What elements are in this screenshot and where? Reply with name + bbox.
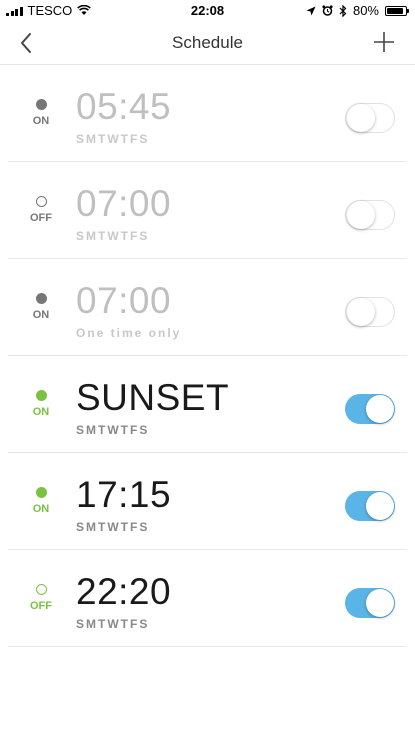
- schedule-days: SMTWTFS: [76, 617, 150, 631]
- schedule-row[interactable]: ON 05:45 SMTWTFS: [8, 65, 407, 162]
- battery-icon: [385, 5, 409, 16]
- add-schedule-button[interactable]: [373, 31, 395, 53]
- schedule-toggle[interactable]: [345, 297, 395, 327]
- status-label: ON: [32, 309, 50, 321]
- schedule-time: 22:20: [76, 571, 172, 612]
- schedule-status: ON: [26, 99, 56, 127]
- schedule-status: ON: [26, 487, 56, 515]
- status-dot-icon: [35, 487, 47, 498]
- status-bar: TESCO 22:08 80%: [0, 0, 415, 22]
- schedule-status: ON: [26, 390, 56, 418]
- schedule-row[interactable]: ON 17:15 SMTWTFS: [8, 453, 407, 550]
- status-dot-icon: [35, 584, 47, 595]
- status-label: ON: [32, 503, 50, 515]
- schedule-row[interactable]: ON SUNSET SMTWTFS: [8, 356, 407, 453]
- schedule-days: SMTWTFS: [76, 132, 150, 146]
- schedule-toggle[interactable]: [345, 103, 395, 133]
- alarm-icon: [322, 5, 333, 16]
- battery-percent: 80%: [352, 3, 379, 18]
- location-icon: [306, 6, 316, 15]
- schedule-days: SMTWTFS: [76, 423, 150, 437]
- status-dot-icon: [35, 293, 47, 304]
- schedule-toggle[interactable]: [345, 394, 395, 424]
- status-label: ON: [32, 115, 50, 127]
- schedule-time: 05:45: [76, 86, 172, 127]
- schedule-toggle[interactable]: [345, 588, 395, 618]
- schedule-status: OFF: [26, 196, 56, 224]
- schedule-status: OFF: [26, 584, 56, 612]
- schedule-list: ON 05:45 SMTWTFS OFF 07:00 SMTWTFS ON 07…: [0, 65, 415, 647]
- status-label: OFF: [30, 212, 52, 224]
- schedule-toggle[interactable]: [345, 491, 395, 521]
- schedule-days: One time only: [76, 326, 182, 340]
- schedule-time: 07:00: [76, 280, 172, 321]
- schedule-time: 17:15: [76, 474, 172, 515]
- status-dot-icon: [35, 196, 47, 207]
- page-title: Schedule: [172, 33, 243, 52]
- status-right: 80%: [306, 3, 409, 18]
- status-dot-icon: [35, 390, 47, 401]
- schedule-time: SUNSET: [76, 377, 230, 418]
- schedule-row[interactable]: OFF 22:20 SMTWTFS: [8, 550, 407, 647]
- nav-bar: Schedule: [0, 22, 415, 65]
- schedule-days: SMTWTFS: [76, 520, 150, 534]
- schedule-row[interactable]: OFF 07:00 SMTWTFS: [8, 162, 407, 259]
- status-dot-icon: [35, 99, 47, 110]
- status-label: OFF: [30, 600, 52, 612]
- schedule-toggle[interactable]: [345, 200, 395, 230]
- bluetooth-icon: [339, 4, 347, 17]
- schedule-days: SMTWTFS: [76, 229, 150, 243]
- schedule-time: 07:00: [76, 183, 172, 224]
- schedule-row[interactable]: ON 07:00 One time only: [8, 259, 407, 356]
- schedule-status: ON: [26, 293, 56, 321]
- status-label: ON: [32, 406, 50, 418]
